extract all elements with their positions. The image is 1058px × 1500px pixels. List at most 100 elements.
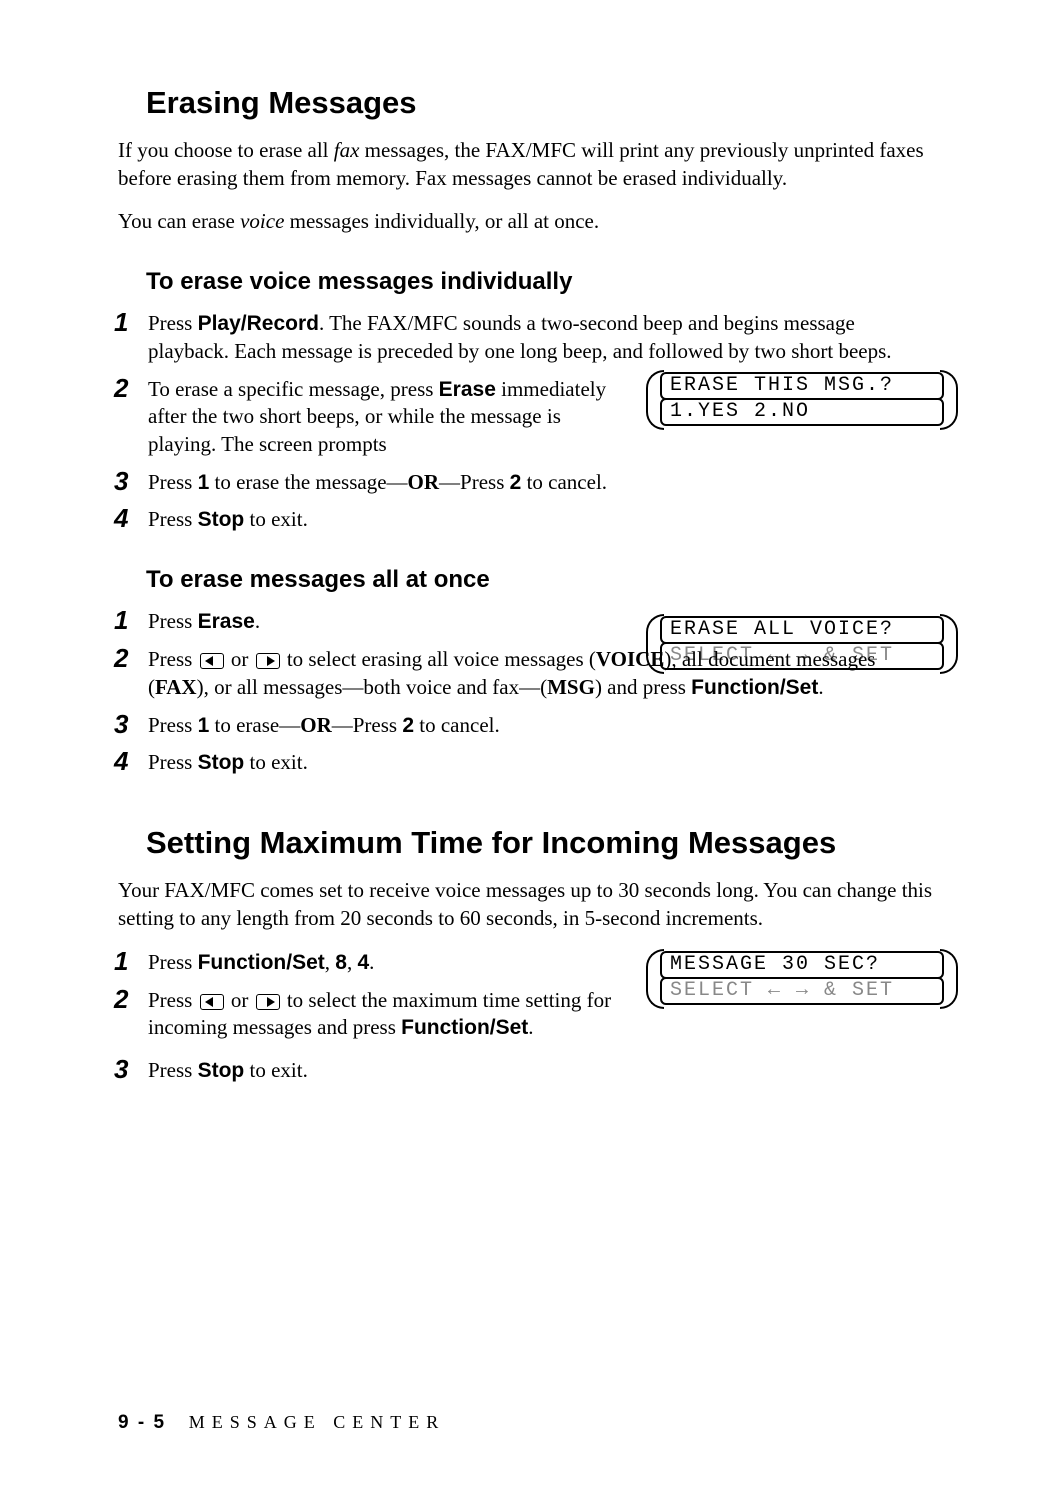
step-1: 1 Press Play/Record. The FAX/MFC sounds … [118,310,938,365]
text: Press [148,750,198,774]
step-number: 4 [114,501,128,535]
key-ref-1: 1 [198,471,210,494]
text: Press [148,507,198,531]
lcd-display: ERASE THIS MSG.? 1.YES 2.NO [660,372,944,426]
manual-page: Erasing Messages If you choose to erase … [0,0,1058,1500]
option-msg: MSG [547,675,595,699]
step-1: 1 Press Erase. ERASE ALL VOICE? SELECT ←… [118,608,938,636]
text: to select erasing all voice messages ( [282,647,596,671]
step-2: 2 Press or to select the maximum time se… [118,987,938,1047]
step-number: 4 [114,744,128,778]
button-ref-stop: Stop [198,1059,245,1082]
key-ref-8: 8 [335,951,347,974]
text: —Press [332,713,403,737]
heading-max-time: Setting Maximum Time for Incoming Messag… [146,825,938,861]
text: or [226,647,254,671]
step-number: 3 [114,1052,128,1086]
text: Press [148,647,198,671]
text-italic: voice [240,209,284,233]
option-fax: FAX [155,675,197,699]
right-arrow-icon [256,653,280,669]
key-ref-2: 2 [402,714,414,737]
text: . [528,1015,533,1039]
footer-section: MESSAGE CENTER [189,1412,446,1432]
step-number: 2 [114,371,128,405]
text: —Press [439,470,510,494]
button-ref-erase: Erase [439,378,496,401]
text: to exit. [244,750,308,774]
step-number: 2 [114,641,128,675]
text: ), or all messages—both voice and fax—( [197,675,547,699]
left-arrow-icon [200,653,224,669]
text: Press [148,609,198,633]
intro-para-max-time: Your FAX/MFC comes set to receive voice … [118,877,938,932]
step-2: 2 To erase a specific message, press Era… [118,376,938,459]
text: Press [148,950,198,974]
text: to exit. [244,1058,308,1082]
text: . [255,609,260,633]
steps-erase-individually: 1 Press Play/Record. The FAX/MFC sounds … [118,310,938,534]
steps-erase-all: 1 Press Erase. ERASE ALL VOICE? SELECT ←… [118,608,938,777]
text: Press [148,988,198,1012]
key-ref-4: 4 [357,951,369,974]
text: Press [148,470,198,494]
text: . [369,950,374,974]
page-number: 9 - 5 [118,1412,166,1433]
key-ref-1: 1 [198,714,210,737]
lcd-line-1: ERASE ALL VOICE? [660,616,944,644]
step-number: 1 [114,944,128,978]
button-ref-stop: Stop [198,751,245,774]
intro-para-1: If you choose to erase all fax messages,… [118,137,938,192]
left-arrow-icon [200,994,224,1010]
subheading-erase-all: To erase messages all at once [146,566,938,594]
text: . [818,675,823,699]
text: Press [148,713,198,737]
button-ref-stop: Stop [198,508,245,531]
text: to cancel. [521,470,607,494]
button-ref-play-record: Play/Record [198,312,319,335]
text: to cancel. [414,713,500,737]
text: Press [148,311,198,335]
step-4: 4 Press Stop to exit. [118,506,938,534]
step-4: 4 Press Stop to exit. [118,749,938,777]
key-ref-2: 2 [510,471,522,494]
right-arrow-icon [256,994,280,1010]
text: to exit. [244,507,308,531]
text: ) and press [595,675,691,699]
step-1: 1 Press Function/Set, 8, 4. MESSAGE 30 S… [118,949,938,977]
text: Press [148,1058,198,1082]
text: To erase a specific message, press [148,377,439,401]
text: to erase the message— [209,470,407,494]
text: , [325,950,336,974]
lcd-line-1: MESSAGE 30 SEC? [660,951,944,979]
step-3: 3 Press 1 to erase the message—OR—Press … [118,469,938,497]
text: to erase— [209,713,300,737]
heading-erasing-messages: Erasing Messages [146,85,938,121]
lcd-line-2: 1.YES 2.NO [660,398,944,426]
step-number: 1 [114,305,128,339]
step-number: 3 [114,707,128,741]
step-number: 1 [114,603,128,637]
text-italic: fax [334,138,360,162]
step-2: 2 Press or to select erasing all voice m… [118,646,938,701]
text-or: OR [300,713,332,737]
text: If you choose to erase all [118,138,334,162]
text: , [347,950,358,974]
step-number: 2 [114,982,128,1016]
text-or: OR [408,470,440,494]
step-3: 3 Press 1 to erase—OR—Press 2 to cancel. [118,712,938,740]
text: You can erase [118,209,240,233]
text: or [226,988,254,1012]
button-ref-function-set: Function/Set [691,676,818,699]
page-footer: 9 - 5 MESSAGE CENTER [118,1412,445,1434]
button-ref-erase: Erase [198,610,255,633]
button-ref-function-set: Function/Set [198,951,325,974]
text: messages individually, or all at once. [284,209,599,233]
subheading-erase-individually: To erase voice messages individually [146,268,938,296]
button-ref-function-set: Function/Set [401,1016,528,1039]
step-3: 3 Press Stop to exit. [118,1057,938,1085]
intro-para-2: You can erase voice messages individuall… [118,208,938,236]
step-number: 3 [114,464,128,498]
steps-max-time: 1 Press Function/Set, 8, 4. MESSAGE 30 S… [118,949,938,1085]
option-voice: VOICE [596,647,664,671]
